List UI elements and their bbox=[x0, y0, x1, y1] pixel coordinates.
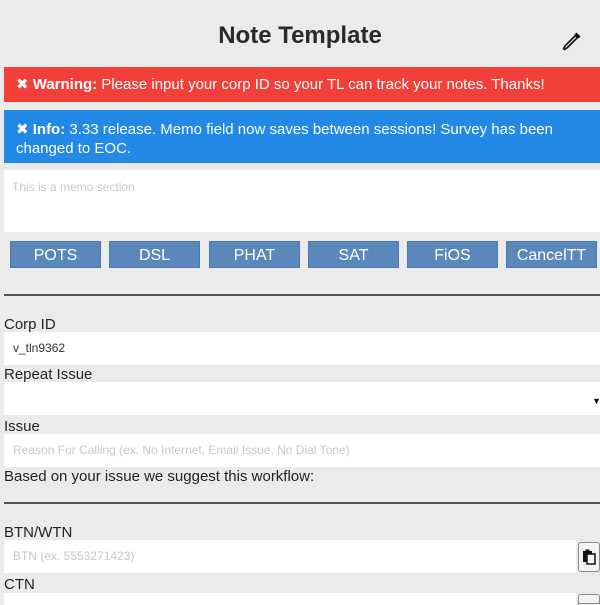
issue-label: Issue bbox=[4, 418, 40, 435]
ctn-input[interactable] bbox=[4, 593, 576, 605]
warning-lead[interactable]: ✖ Warning: bbox=[16, 76, 97, 93]
warning-text: Please input your corp ID so your TL can… bbox=[97, 76, 545, 93]
sat-button[interactable]: SAT bbox=[308, 241, 399, 268]
divider bbox=[4, 502, 600, 504]
pots-button[interactable]: POTS bbox=[10, 241, 101, 268]
corp-id-label: Corp ID bbox=[4, 316, 56, 333]
copy-btn-wtn-button[interactable] bbox=[578, 542, 600, 572]
repeat-issue-select[interactable] bbox=[4, 382, 600, 415]
clipboard-icon bbox=[583, 549, 596, 565]
info-alert: ✖ Info: 3.33 release. Memo field now sav… bbox=[4, 110, 600, 163]
repeat-issue-label: Repeat Issue bbox=[4, 366, 93, 383]
workflow-suggestion-text: Based on your issue we suggest this work… bbox=[4, 468, 315, 485]
info-text: 3.33 release. Memo field now saves betwe… bbox=[16, 121, 553, 157]
phat-button[interactable]: PHAT bbox=[209, 241, 300, 268]
copy-ctn-button[interactable] bbox=[578, 594, 600, 604]
app-header: Note Template bbox=[0, 0, 600, 66]
info-lead[interactable]: ✖ Info: bbox=[16, 121, 65, 138]
corp-id-input[interactable] bbox=[4, 332, 600, 365]
canceltt-button[interactable]: CancelTT bbox=[506, 241, 597, 268]
btn-wtn-label: BTN/WTN bbox=[4, 524, 73, 541]
fios-button[interactable]: FiOS bbox=[407, 241, 498, 268]
ctn-label: CTN bbox=[4, 576, 35, 593]
btn-wtn-input[interactable] bbox=[4, 540, 576, 573]
warning-alert: ✖ Warning: Please input your corp ID so … bbox=[4, 67, 600, 102]
page-title: Note Template bbox=[218, 22, 382, 49]
dsl-button[interactable]: DSL bbox=[109, 241, 200, 268]
divider bbox=[4, 294, 600, 296]
memo-textarea[interactable] bbox=[4, 170, 600, 232]
chevron-down-icon: ▼ bbox=[592, 396, 600, 406]
issue-input[interactable] bbox=[4, 434, 600, 467]
eyedropper-icon[interactable] bbox=[561, 30, 583, 52]
